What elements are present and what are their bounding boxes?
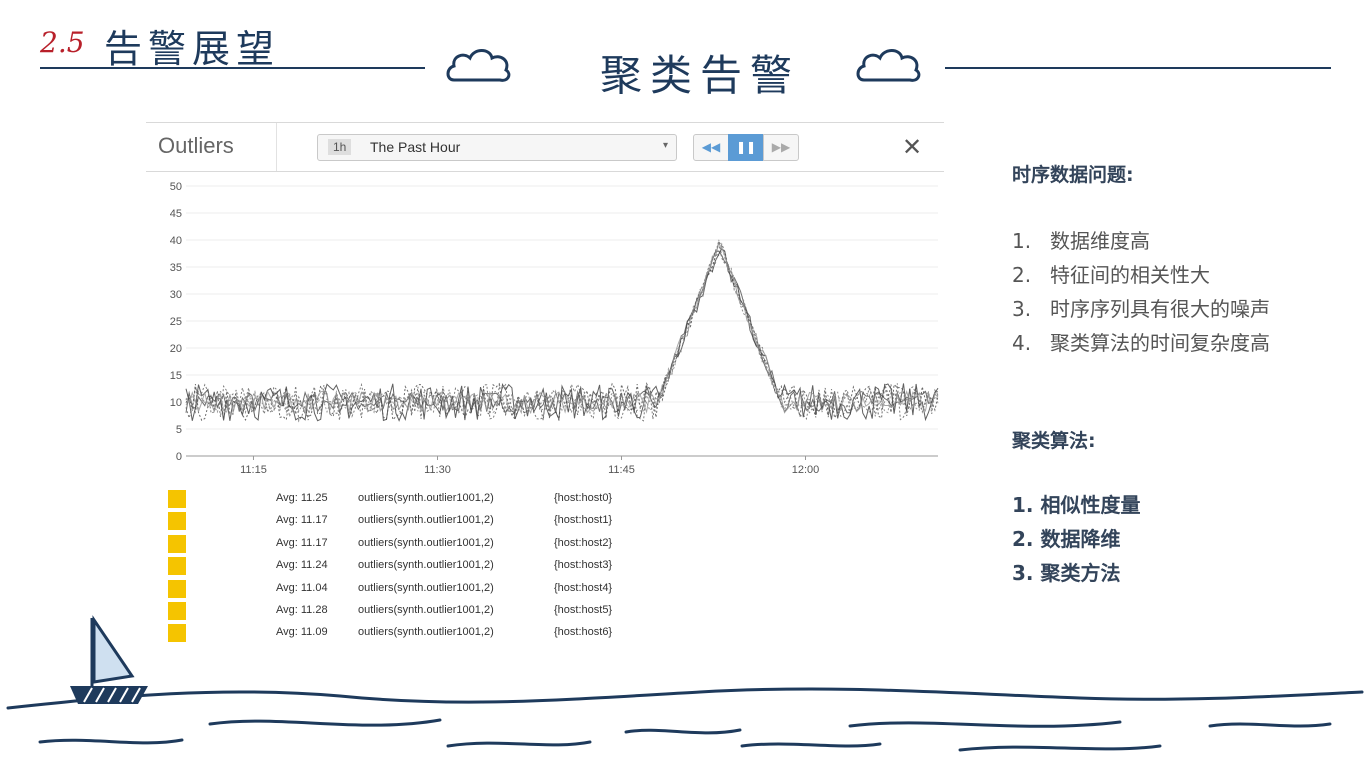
panel-header: Outliers 1h The Past Hour ▾ ◀◀ ❚❚ ▶▶ ✕ xyxy=(146,122,944,172)
section-title: 告警展望 xyxy=(104,27,281,71)
legend-host: {host:host0} xyxy=(554,492,613,504)
y-tick-label: 0 xyxy=(176,451,182,463)
legend-avg: Avg: 11.04 xyxy=(276,581,328,594)
legend-query: outliers(synth.outlier1001,2) xyxy=(358,492,494,504)
y-tick-label: 10 xyxy=(170,397,182,409)
legend-row: Avg: 11.17 outliers(synth.outlier1001,2) {… xyxy=(168,510,768,531)
header-rule-right xyxy=(945,67,1331,69)
time-range-select[interactable]: 1h The Past Hour ▾ xyxy=(317,134,677,161)
legend-host: {host:host4} xyxy=(554,581,613,594)
legend-avg: Avg: 11.17 xyxy=(276,514,328,527)
legend-row: Avg: 11.04 outliers(synth.outlier1001,2) {… xyxy=(168,578,768,598)
x-tick-label: 11:30 xyxy=(424,464,451,476)
pause-button[interactable]: ❚❚ xyxy=(728,134,764,161)
main-title: 聚类告警 xyxy=(600,51,801,100)
x-tick-label: 11:45 xyxy=(608,464,635,476)
header-rule-left xyxy=(40,67,425,69)
close-icon[interactable]: ✕ xyxy=(902,133,922,161)
legend-swatch xyxy=(168,557,186,576)
legend-row: Avg: 11.24 outliers(synth.outlier1001,2) {… xyxy=(168,555,768,576)
legend-swatch xyxy=(168,579,186,598)
list-item: 1. 数据维度高 xyxy=(1012,229,1150,253)
list-item: 1. 相似性度量 xyxy=(1012,493,1141,517)
legend-swatch xyxy=(168,512,186,531)
x-tick-label: 12:00 xyxy=(792,464,820,476)
y-tick-label: 25 xyxy=(170,316,182,328)
methods-list: 1. 相似性度量 2. 数据降维 3. 聚类方法 xyxy=(1012,488,1140,590)
series-line xyxy=(185,241,939,423)
y-tick-label: 40 xyxy=(170,235,182,247)
list-item: 2. 特征间的相关性大 xyxy=(1012,263,1210,287)
x-tick-label: 11:15 xyxy=(240,464,267,476)
methods-heading: 聚类算法: xyxy=(1012,430,1096,452)
y-tick-label: 35 xyxy=(170,262,182,274)
list-item: 4. 聚类算法的时间复杂度高 xyxy=(1012,331,1270,355)
cloud-icon xyxy=(856,49,921,82)
list-item: 2. 数据降维 xyxy=(1012,527,1121,551)
range-badge: 1h xyxy=(328,139,352,155)
y-tick-label: 20 xyxy=(170,343,182,355)
problems-list: 1. 数据维度高 2. 特征间的相关性大 3. 时序序列具有很大的噪声 4. 聚类算法的… xyxy=(1012,224,1270,360)
rewind-button[interactable]: ◀◀ xyxy=(693,134,729,161)
legend-row: Avg: 11.17 outliers(synth.outlier1001,2) {… xyxy=(168,533,768,553)
legend-avg: Avg: 11.17 xyxy=(276,536,328,549)
legend-query: outliers(synth.outlier1001,2) xyxy=(358,559,494,572)
y-tick-label: 45 xyxy=(170,208,182,220)
range-label: The Past Hour xyxy=(370,139,461,155)
section-number: 2.5 xyxy=(40,26,85,59)
legend-host: {host:host1} xyxy=(554,514,613,527)
y-tick-label: 15 xyxy=(170,370,182,382)
y-tick-label: 30 xyxy=(170,289,182,301)
y-tick-label: 5 xyxy=(176,424,182,436)
outliers-chart: 0 5 10 15 20 25 30 35 40 45 50 11:15 11:30 11:45 12:00 xyxy=(170,181,939,476)
legend-swatch xyxy=(168,534,186,553)
list-item: 3. 时序序列具有很大的噪声 xyxy=(1012,297,1270,321)
outliers-panel: Outliers 1h The Past Hour ▾ ◀◀ ❚❚ ▶▶ ✕ 0… xyxy=(146,122,944,652)
legend-query: outliers(synth.outlier1001,2) xyxy=(358,514,494,527)
cloud-icon xyxy=(446,49,511,82)
list-item: 3. 聚类方法 xyxy=(1012,561,1121,585)
header-divider xyxy=(276,123,277,171)
legend-query: outliers(synth.outlier1001,2) xyxy=(358,536,494,549)
legend-host: {host:host3} xyxy=(554,559,613,572)
legend-host: {host:host2} xyxy=(554,536,613,549)
forward-button[interactable]: ▶▶ xyxy=(763,134,799,161)
legend-row: Avg: 11.25 outliers(synth.outlier1001,2) {… xyxy=(168,488,768,508)
legend-avg: Avg: 11.25 xyxy=(276,492,328,504)
legend-avg: Avg: 11.24 xyxy=(276,559,328,572)
panel-title: Outliers xyxy=(158,133,234,158)
sea-waves-decoration xyxy=(6,687,1364,752)
problems-heading: 时序数据问题: xyxy=(1012,164,1134,186)
legend-query: outliers(synth.outlier1001,2) xyxy=(358,581,494,594)
chevron-down-icon: ▾ xyxy=(662,140,668,151)
legend-swatch xyxy=(168,490,186,508)
sailboat-icon xyxy=(70,615,148,704)
y-tick-label: 50 xyxy=(170,181,182,193)
